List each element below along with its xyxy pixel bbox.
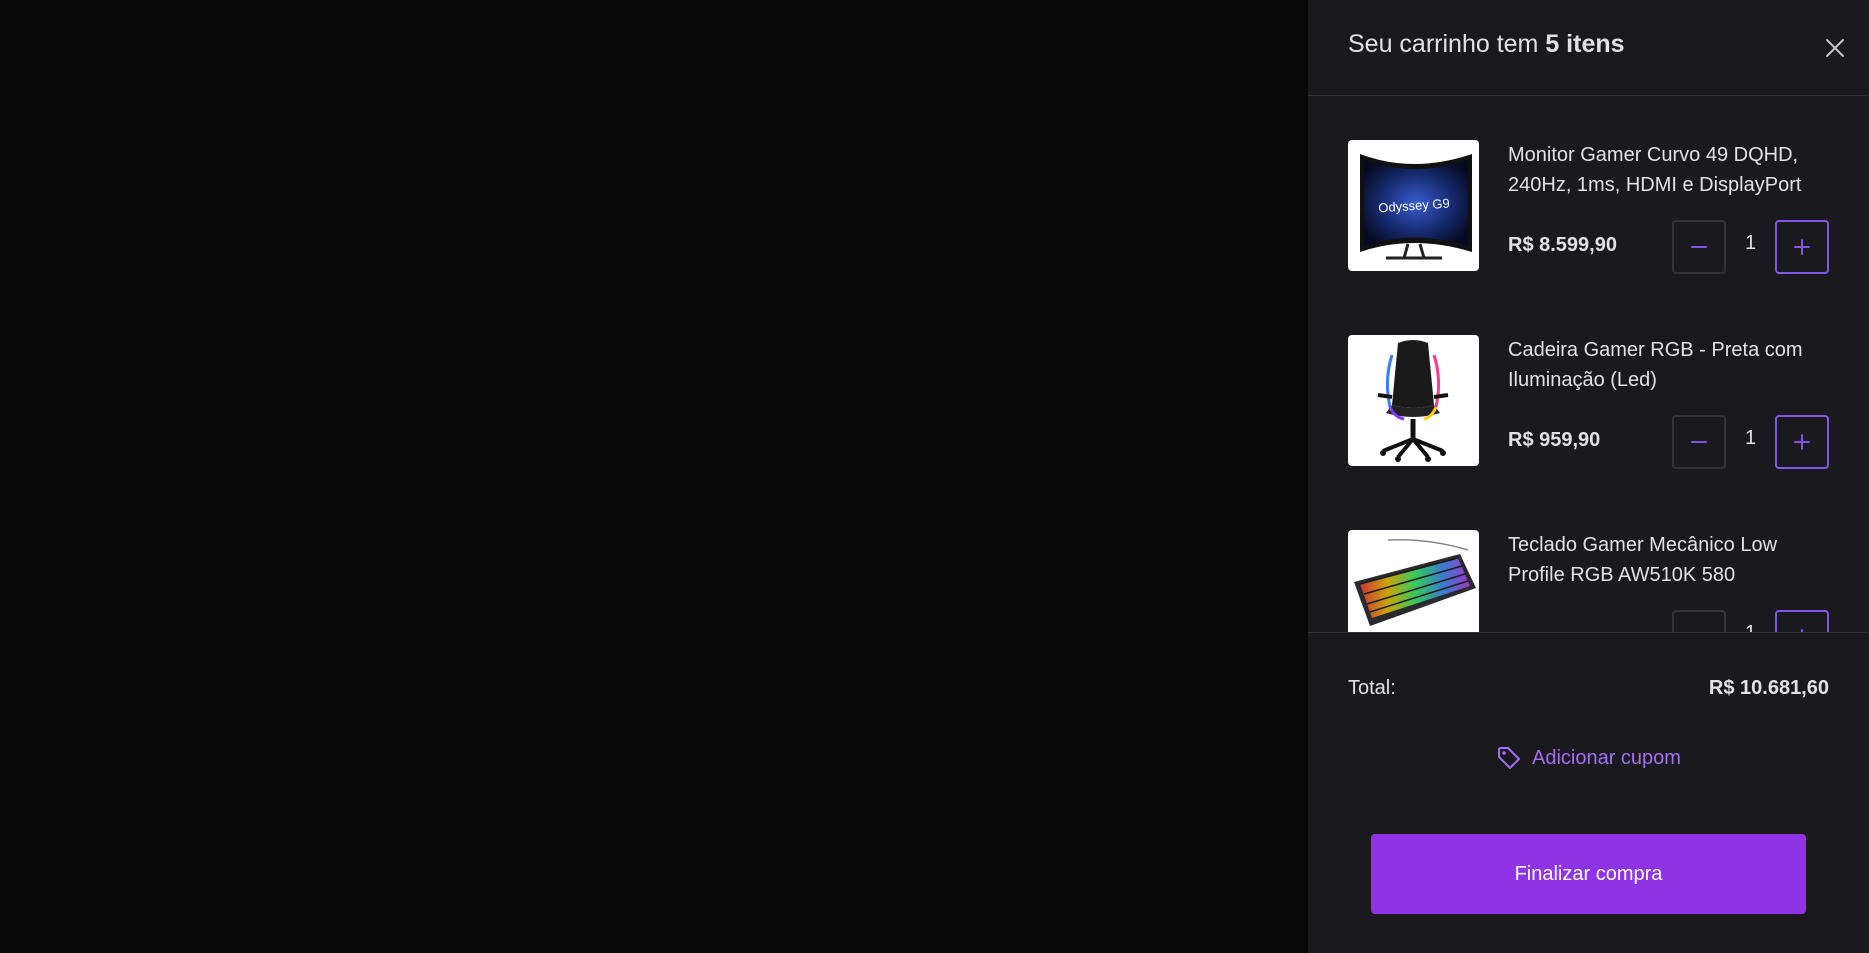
plus-icon <box>1794 434 1810 450</box>
cart-item-list[interactable]: Odyssey G9 Monitor Gamer Curvo 49 DQHD, … <box>1308 96 1869 632</box>
cart-title: Seu carrinho tem 5 itens <box>1348 30 1625 59</box>
cart-drawer: Seu carrinho tem 5 itens Odyssey G9 Moni… <box>1308 0 1869 953</box>
checkout-button[interactable]: Finalizar compra <box>1371 834 1806 914</box>
cart-header: Seu carrinho tem 5 itens <box>1308 0 1869 96</box>
cart-item: Odyssey G9 Monitor Gamer Curvo 49 DQHD, … <box>1348 140 1829 274</box>
product-image-keyboard <box>1348 530 1479 632</box>
product-name: Teclado Gamer Mecânico Low Profile RGB A… <box>1508 534 1778 586</box>
decrease-quantity-button[interactable] <box>1672 220 1726 274</box>
product-name: Monitor Gamer Curvo 49 DQHD, 240Hz, 1ms,… <box>1508 144 1802 196</box>
increase-quantity-button[interactable] <box>1775 610 1829 632</box>
cart-item-count: 5 itens <box>1545 30 1625 58</box>
close-icon <box>1826 39 1844 57</box>
quantity-value: 1 <box>1744 232 1757 254</box>
close-button[interactable] <box>1821 34 1849 62</box>
product-name: Cadeira Gamer RGB - Preta com Iluminação… <box>1508 339 1803 391</box>
plus-icon <box>1794 239 1810 255</box>
cart-item: Teclado Gamer Mecânico Low Profile RGB A… <box>1348 530 1829 632</box>
tag-icon <box>1498 747 1520 769</box>
minus-icon <box>1691 441 1707 443</box>
add-coupon-button[interactable]: Adicionar cupom <box>1496 743 1681 773</box>
product-image-chair <box>1348 335 1479 466</box>
increase-quantity-button[interactable] <box>1775 220 1829 274</box>
cart-footer: Total: R$ 10.681,60 Adicionar cupom Fina… <box>1308 632 1869 953</box>
page-backdrop[interactable] <box>0 0 1308 953</box>
quantity-value: 1 <box>1744 427 1757 449</box>
product-image-monitor: Odyssey G9 <box>1348 140 1479 271</box>
total-label: Total: <box>1348 677 1396 699</box>
add-coupon-label: Adicionar cupom <box>1532 746 1681 769</box>
total-value: R$ 10.681,60 <box>1708 677 1829 699</box>
minus-icon <box>1691 246 1707 248</box>
cart-title-prefix: Seu carrinho tem <box>1348 30 1539 58</box>
cart-item: Cadeira Gamer RGB - Preta com Iluminação… <box>1348 335 1829 469</box>
quantity-value: 1 <box>1726 622 1775 632</box>
increase-quantity-button[interactable] <box>1775 415 1829 469</box>
checkout-label: Finalizar compra <box>1514 862 1663 885</box>
decrease-quantity-button[interactable] <box>1672 415 1726 469</box>
decrease-quantity-button[interactable] <box>1672 610 1726 632</box>
product-price: R$ 8.599,90 <box>1508 234 1617 256</box>
product-price: R$ 959,90 <box>1508 429 1601 451</box>
